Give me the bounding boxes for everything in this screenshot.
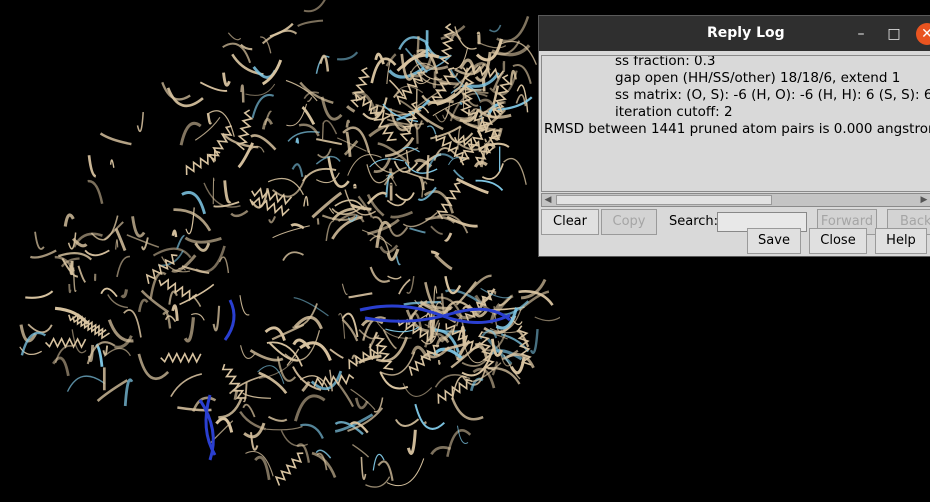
log-line: iteration cutoff: 2 bbox=[615, 104, 733, 120]
scrollbar-thumb[interactable] bbox=[556, 195, 772, 205]
maximize-icon[interactable]: □ bbox=[884, 24, 904, 44]
protein-structure-render bbox=[19, 0, 560, 488]
log-line: ss matrix: (O, S): -6 (H, O): -6 (H, H):… bbox=[615, 87, 930, 103]
window-title: Reply Log bbox=[707, 25, 785, 41]
save-button[interactable]: Save bbox=[747, 228, 801, 254]
horizontal-scrollbar[interactable]: ◀ ▶ bbox=[541, 193, 930, 207]
search-label: Search: bbox=[669, 214, 719, 229]
help-button[interactable]: Help bbox=[875, 228, 927, 254]
reply-log-window: Reply Log – □ ✕ ss fraction: 0.3 gap ope… bbox=[538, 15, 930, 257]
log-line: ss fraction: 0.3 bbox=[615, 55, 716, 69]
ribbon-strands bbox=[19, 0, 560, 488]
scroll-right-icon[interactable]: ▶ bbox=[918, 194, 930, 206]
close-button[interactable]: Close bbox=[809, 228, 867, 254]
log-text-area[interactable]: ss fraction: 0.3 gap open (HH/SS/other) … bbox=[541, 55, 930, 192]
close-icon[interactable]: ✕ bbox=[916, 23, 930, 45]
scroll-left-icon[interactable]: ◀ bbox=[542, 194, 554, 206]
minimize-icon[interactable]: – bbox=[851, 24, 871, 44]
clear-button[interactable]: Clear bbox=[541, 209, 599, 235]
copy-button[interactable]: Copy bbox=[601, 209, 657, 235]
log-line-rmsd: RMSD between 1441 pruned atom pairs is 0… bbox=[544, 121, 930, 137]
title-bar[interactable]: Reply Log – □ ✕ bbox=[539, 16, 930, 51]
log-lines: ss fraction: 0.3 gap open (HH/SS/other) … bbox=[544, 55, 930, 138]
log-line: gap open (HH/SS/other) 18/18/6, extend 1 bbox=[615, 70, 901, 86]
